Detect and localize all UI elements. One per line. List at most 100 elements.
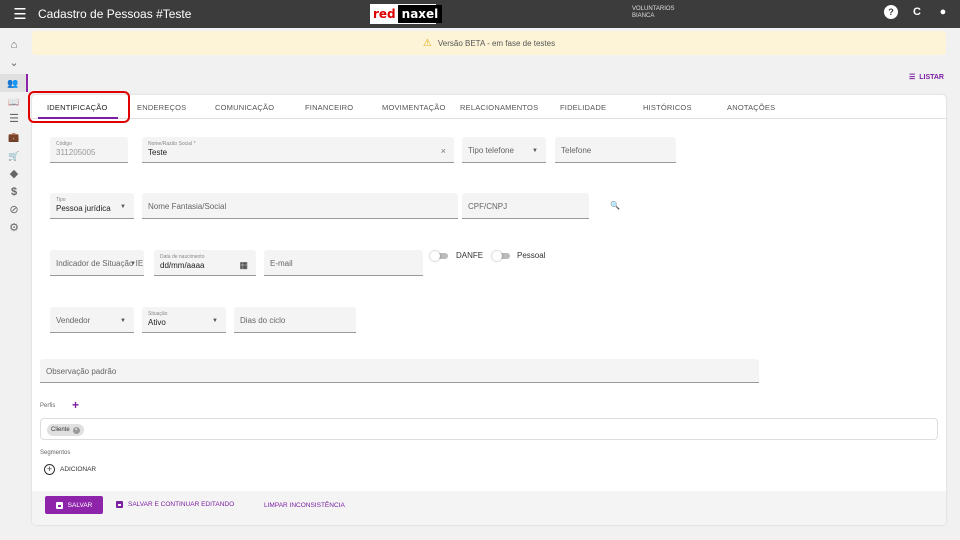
dias-ciclo-field[interactable]: Dias do ciclo (234, 307, 356, 333)
tab-anotacoes[interactable]: ANOTAÇÕES (727, 103, 775, 112)
list-icon[interactable]: ☰ (8, 113, 20, 125)
people-icon[interactable]: 👥 (0, 74, 28, 92)
email-placeholder: E-mail (270, 259, 293, 268)
form-card: IDENTIFICAÇÃO ENDEREÇOS COMUNICAÇÃO FINA… (32, 95, 946, 525)
logo-red-text: red (371, 5, 398, 23)
limpar-inconsistencia-label: LIMPAR INCONSISTÊNCIA (264, 502, 345, 509)
indicador-ie-select[interactable]: Indicador de Situação IE ▼ (50, 250, 144, 276)
salvar-label: SALVAR (67, 501, 93, 509)
perfis-label: Perfis (40, 403, 56, 409)
nome-label: Nome/Razão Social * (148, 141, 196, 147)
chevron-down-icon: ▼ (120, 318, 126, 324)
tab-highlight-annotation (28, 91, 130, 123)
nome-fantasia-field[interactable]: Nome Fantasia/Social (142, 193, 458, 219)
tab-historicos[interactable]: HISTÓRICOS (643, 103, 692, 112)
warning-icon: ⚠ (422, 37, 432, 49)
adicionar-label: ADICIONAR (60, 466, 97, 473)
clear-icon[interactable]: × (441, 146, 446, 156)
email-field[interactable]: E-mail (264, 250, 423, 276)
data-nascimento-field[interactable]: Data de nascimento dd/mm/aaaa ▦ (154, 250, 256, 276)
tab-comunicacao[interactable]: COMUNICAÇÃO (215, 103, 274, 112)
menu-icon[interactable]: ☰ (0, 5, 40, 23)
observacao-field[interactable]: Observação padrão (40, 359, 759, 383)
data-nascimento-value: dd/mm/aaaa (160, 261, 205, 270)
cpf-cnpj-field[interactable]: CPF/CNPJ (462, 193, 589, 219)
vendedor-select[interactable]: Vendedor ▼ (50, 307, 134, 333)
salvar-button[interactable]: SALVAR (45, 496, 103, 514)
top-actions: ? C ● (884, 5, 950, 19)
user-name: BIANCA (632, 13, 655, 19)
add-circle-icon: + (44, 464, 55, 475)
listar-label: LISTAR (919, 73, 944, 81)
situacao-label: Situação (148, 311, 168, 317)
help-icon[interactable]: ? (884, 5, 898, 19)
telefone-placeholder: Telefone (561, 146, 592, 155)
gear-icon[interactable]: ⚙ (8, 222, 20, 234)
data-nascimento-label: Data de nascimento (160, 254, 205, 260)
chevron-down-icon: ▼ (212, 318, 218, 324)
perfil-chip[interactable]: Cliente × (47, 424, 84, 436)
app-bar: ☰ Cadastro de Pessoas #Teste red naxel V… (0, 0, 960, 28)
tipo-value: Pessoa jurídica (56, 204, 111, 213)
perfis-chip-box[interactable]: Cliente × (40, 418, 938, 440)
chevron-down-icon: ▼ (120, 204, 126, 210)
search-icon[interactable]: 🔍 (610, 201, 620, 210)
tipo-select[interactable]: Tipo Pessoa jurídica ▼ (50, 193, 134, 219)
home-icon[interactable]: ⌂ (8, 39, 20, 51)
tab-enderecos[interactable]: ENDEREÇOS (137, 103, 186, 112)
cart-icon[interactable]: 🛒 (8, 150, 20, 162)
adicionar-button[interactable]: + ADICIONAR (44, 464, 96, 475)
refresh-icon[interactable]: C (910, 5, 924, 19)
nome-field[interactable]: Nome/Razão Social * Teste × (142, 137, 454, 163)
sidebar: ⌂ ⌄ 👥 📖 ☰ 💼 🛒 ◆ $ ⊘ ⚙ (0, 28, 28, 540)
codigo-value: 311205005 (56, 148, 96, 157)
tab-movimentacao[interactable]: MOVIMENTAÇÃO (382, 103, 446, 112)
perfil-chip-label: Cliente (51, 427, 70, 433)
vendedor-placeholder: Vendedor (56, 316, 91, 325)
codigo-label: Código (56, 141, 72, 147)
chevron-down-icon[interactable]: ⌄ (8, 57, 20, 69)
tab-bar: IDENTIFICAÇÃO ENDEREÇOS COMUNICAÇÃO FINA… (32, 95, 946, 119)
save-icon (116, 501, 123, 508)
remove-chip-icon[interactable]: × (72, 426, 80, 434)
danfe-toggle[interactable] (430, 251, 448, 261)
situacao-select[interactable]: Situação Ativo ▼ (142, 307, 226, 333)
pessoal-toggle[interactable] (492, 251, 510, 261)
form-footer: SALVAR SALVAR E CONTINUAR EDITANDO LIMPA… (32, 491, 946, 525)
dias-ciclo-placeholder: Dias do ciclo (240, 316, 286, 325)
situacao-value: Ativo (148, 318, 166, 327)
briefcase-icon[interactable]: 💼 (8, 131, 20, 143)
tipo-label: Tipo (56, 197, 66, 203)
user-info: VOLUNTARIOS BIANCA (632, 6, 675, 20)
listar-button[interactable]: ☰ LISTAR (908, 73, 944, 82)
beta-banner: ⚠ Versão BETA - em fase de testes (32, 31, 946, 55)
tag-icon[interactable]: ◆ (8, 168, 20, 180)
observacao-placeholder: Observação padrão (46, 367, 117, 376)
beta-banner-text: Versão BETA - em fase de testes (437, 38, 556, 48)
nome-fantasia-placeholder: Nome Fantasia/Social (148, 202, 227, 211)
codigo-field: Código 311205005 (50, 137, 128, 163)
tipo-telefone-placeholder: Tipo telefone (468, 146, 514, 155)
tipo-telefone-select[interactable]: Tipo telefone ▼ (462, 137, 546, 163)
calendar-icon[interactable]: ▦ (239, 260, 248, 271)
logo-dark-text: naxel (397, 5, 443, 23)
cpf-cnpj-placeholder: CPF/CNPJ (468, 202, 508, 211)
tab-relacionamentos[interactable]: RELACIONAMENTOS (460, 103, 538, 112)
save-icon (55, 501, 63, 509)
account-icon[interactable]: ● (936, 5, 950, 19)
user-company: VOLUNTARIOS (632, 6, 675, 12)
tab-financeiro[interactable]: FINANCEIRO (305, 103, 353, 112)
tab-fidelidade[interactable]: FIDELIDADE (560, 103, 606, 112)
page-title: Cadastro de Pessoas #Teste (38, 7, 192, 21)
limpar-inconsistencia-button[interactable]: LIMPAR INCONSISTÊNCIA (264, 502, 345, 509)
telefone-field[interactable]: Telefone (555, 137, 676, 163)
book-icon[interactable]: 📖 (8, 96, 20, 108)
nome-value: Teste (148, 148, 168, 157)
shield-icon[interactable]: ⊘ (8, 204, 20, 216)
chevron-down-icon: ▼ (130, 261, 136, 267)
salvar-continuar-button[interactable]: SALVAR E CONTINUAR EDITANDO (116, 501, 234, 508)
list-icon: ☰ (908, 74, 916, 81)
add-perfil-icon[interactable]: + (72, 399, 79, 411)
logo: red naxel (370, 4, 443, 24)
money-icon[interactable]: $ (8, 186, 20, 198)
